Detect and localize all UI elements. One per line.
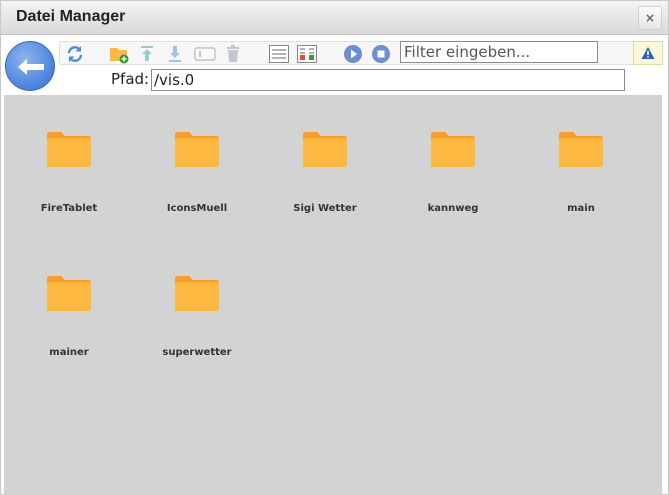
- folder-item[interactable]: mainer: [9, 239, 129, 358]
- upload-icon: [141, 46, 153, 61]
- detail-view-button[interactable]: [296, 43, 318, 65]
- warning-button[interactable]: [633, 41, 663, 65]
- folder-item[interactable]: Sigi Wetter: [265, 95, 385, 214]
- path-label: Pfad:: [111, 70, 150, 88]
- arrow-left-icon: [18, 59, 44, 75]
- refresh-icon: [67, 46, 83, 62]
- folder-item[interactable]: kannweg: [393, 95, 513, 214]
- folder-item[interactable]: main: [521, 95, 641, 214]
- stop-button[interactable]: [370, 43, 392, 65]
- list-view-icon: [269, 45, 289, 63]
- back-button[interactable]: [5, 41, 55, 91]
- folder-name: FireTablet: [40, 203, 98, 214]
- folder-name: Sigi Wetter: [293, 203, 357, 214]
- folder-icon: [47, 276, 91, 311]
- list-view-button[interactable]: [268, 43, 290, 65]
- rename-button[interactable]: [194, 43, 216, 65]
- warning-icon: [641, 47, 655, 59]
- new-folder-button[interactable]: [108, 43, 130, 65]
- file-manager-dialog: Datei Manager × Filter eingeben... Pfad:…: [0, 0, 669, 495]
- folder-icon: [431, 132, 475, 167]
- download-button[interactable]: [164, 43, 186, 65]
- folder-grid: FireTablet IconsMuell Sigi Wetter kannwe…: [4, 95, 662, 495]
- close-button[interactable]: ×: [638, 6, 662, 30]
- trash-icon: [227, 45, 239, 62]
- folder-name: kannweg: [427, 203, 479, 214]
- folder-icon: [559, 132, 603, 167]
- folder-icon: [47, 132, 91, 167]
- folder-item[interactable]: IconsMuell: [137, 95, 257, 214]
- play-button[interactable]: [342, 43, 364, 65]
- folder-name: main: [567, 203, 595, 214]
- delete-button[interactable]: [222, 43, 244, 65]
- folder-name: IconsMuell: [166, 203, 228, 214]
- upload-button[interactable]: [136, 43, 158, 65]
- folder-item[interactable]: FireTablet: [9, 95, 129, 214]
- folder-add-icon: [110, 48, 129, 64]
- folder-name: mainer: [49, 347, 89, 358]
- window-title: Datei Manager: [16, 8, 126, 25]
- download-icon: [169, 46, 181, 62]
- folder-name: superwetter: [162, 347, 232, 358]
- folder-icon: [175, 132, 219, 167]
- title-bar: Datei Manager ×: [1, 1, 668, 35]
- play-icon: [344, 45, 362, 63]
- folder-icon: [303, 132, 347, 167]
- folder-item[interactable]: superwetter: [137, 239, 257, 358]
- detail-view-icon: [297, 45, 317, 63]
- refresh-button[interactable]: [64, 43, 86, 65]
- filter-input[interactable]: [400, 41, 598, 63]
- rename-icon: [194, 47, 216, 61]
- stop-icon: [372, 45, 390, 63]
- folder-icon: [175, 276, 219, 311]
- path-input[interactable]: [151, 69, 625, 91]
